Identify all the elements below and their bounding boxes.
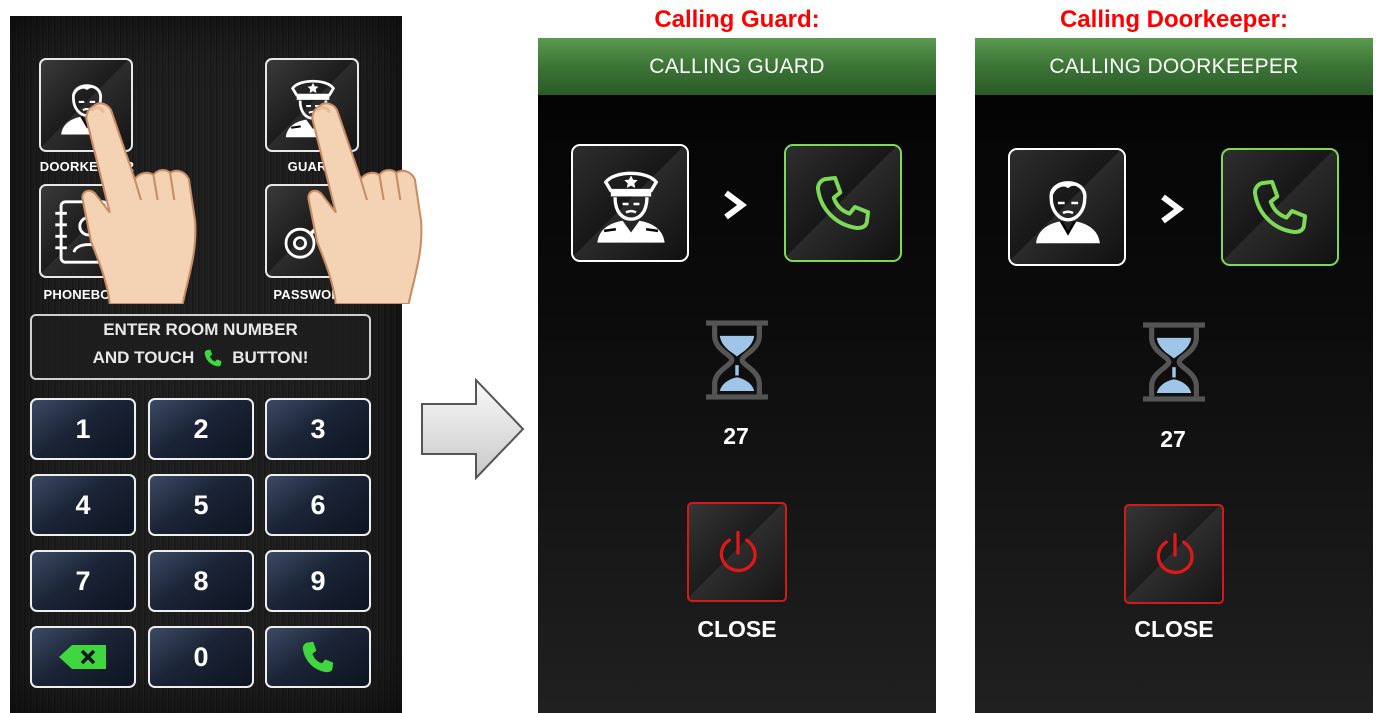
key-6[interactable]: 6 bbox=[265, 474, 371, 536]
pointing-hand-icon bbox=[302, 96, 432, 304]
call-status-tile bbox=[1221, 148, 1339, 266]
hourglass-icon bbox=[1131, 312, 1217, 412]
backspace-button[interactable] bbox=[30, 626, 136, 688]
close-label: CLOSE bbox=[1134, 616, 1214, 642]
call-button[interactable] bbox=[265, 626, 371, 688]
doorkeeper-icon bbox=[1026, 162, 1110, 254]
instruction-text-after: BUTTON! bbox=[232, 348, 309, 367]
countdown: 27 bbox=[1160, 426, 1186, 452]
power-icon bbox=[1148, 528, 1202, 582]
backspace-icon bbox=[59, 645, 106, 669]
doorkeeper-panel-title: Calling Doorkeeper: bbox=[1059, 6, 1289, 33]
guard-icon bbox=[589, 156, 673, 252]
key-4[interactable]: 4 bbox=[30, 474, 136, 536]
calling-doorkeeper-screen: CALLING DOORKEEPER 27 CLOSE bbox=[975, 38, 1373, 713]
guard-panel-title: Calling Guard: bbox=[654, 6, 820, 33]
calling-guard-screen: CALLING GUARD 27 CLOSE bbox=[538, 38, 936, 713]
key-7[interactable]: 7 bbox=[30, 550, 136, 612]
instruction-text-before: AND TOUCH bbox=[92, 348, 195, 367]
close-label: CLOSE bbox=[697, 616, 777, 642]
arrow-right-icon bbox=[421, 378, 525, 480]
keypad-screen: DOORKEEPER GUARD PHONEBOOK PASSWORD ENTE… bbox=[10, 16, 402, 713]
caller-tile bbox=[571, 144, 689, 262]
key-9[interactable]: 9 bbox=[265, 550, 371, 612]
countdown: 27 bbox=[723, 423, 749, 449]
instruction-line-1: ENTER ROOM NUMBER bbox=[103, 320, 298, 339]
phone-icon bbox=[1247, 174, 1313, 240]
key-2[interactable]: 2 bbox=[148, 398, 254, 460]
caller-tile bbox=[1008, 148, 1126, 266]
call-status-tile bbox=[784, 144, 902, 262]
key-1[interactable]: 1 bbox=[30, 398, 136, 460]
close-button[interactable] bbox=[687, 502, 787, 602]
phone-icon bbox=[202, 347, 224, 369]
chevron-right-icon bbox=[1161, 194, 1184, 224]
key-3[interactable]: 3 bbox=[265, 398, 371, 460]
instruction-line-2: AND TOUCH BUTTON! bbox=[32, 347, 369, 369]
key-5[interactable]: 5 bbox=[148, 474, 254, 536]
key-8[interactable]: 8 bbox=[148, 550, 254, 612]
key-0[interactable]: 0 bbox=[148, 626, 254, 688]
screen-header: CALLING GUARD bbox=[538, 38, 936, 95]
screen-header: CALLING DOORKEEPER bbox=[975, 38, 1373, 95]
power-icon bbox=[711, 526, 765, 580]
phone-icon bbox=[810, 170, 876, 236]
pointing-hand-icon bbox=[76, 96, 206, 304]
hourglass-icon bbox=[694, 310, 780, 410]
chevron-right-icon bbox=[724, 190, 747, 220]
phone-icon bbox=[298, 637, 338, 677]
instruction-box: ENTER ROOM NUMBER AND TOUCH BUTTON! bbox=[30, 314, 371, 380]
close-button[interactable] bbox=[1124, 504, 1224, 604]
